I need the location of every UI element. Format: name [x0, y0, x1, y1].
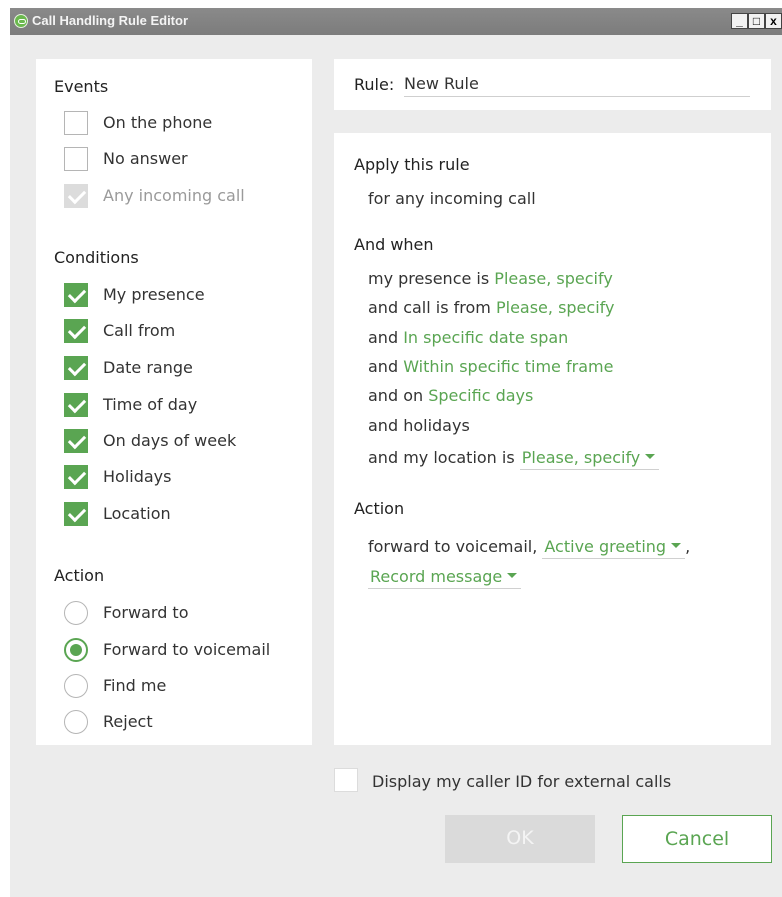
condition-label: My presence: [103, 285, 205, 304]
date-line: and In specific date span: [368, 328, 568, 347]
checkbox-any-incoming-call: [64, 184, 88, 208]
radio-forward-to[interactable]: [64, 601, 88, 625]
action-heading: Action: [54, 566, 105, 585]
radio-forward-to-voicemail[interactable]: [64, 638, 88, 662]
checkbox-my-presence[interactable]: [64, 283, 88, 307]
checkbox-no-answer[interactable]: [64, 147, 88, 171]
chevron-down-icon: [645, 454, 656, 459]
presence-link[interactable]: Please, specify: [494, 269, 613, 288]
date-span-link[interactable]: In specific date span: [403, 328, 568, 347]
rule-editor-window: Call Handling Rule Editor _ □ x Events O…: [10, 8, 782, 897]
maximize-button[interactable]: □: [748, 13, 765, 29]
greeting-dropdown[interactable]: Active greeting: [542, 537, 686, 559]
apply-text: for any incoming call: [368, 189, 536, 208]
condition-label: On days of week: [103, 431, 237, 450]
call-from-prefix: and call is from: [368, 298, 491, 317]
days-prefix: and on: [368, 386, 424, 405]
record-line: Record message: [368, 567, 522, 589]
location-prefix: and my location is: [368, 448, 515, 467]
and-when-heading: And when: [354, 235, 434, 254]
condition-label: Date range: [103, 358, 193, 377]
caller-id-label: Display my caller ID for external calls: [372, 772, 672, 791]
radio-find-me[interactable]: [64, 674, 88, 698]
time-line: and Within specific time frame: [368, 357, 613, 376]
close-button[interactable]: x: [765, 13, 782, 29]
action-prefix: forward to voicemail,: [368, 537, 538, 556]
time-frame-link[interactable]: Within specific time frame: [403, 357, 613, 376]
action-label: Forward to voicemail: [103, 640, 271, 659]
minimize-button[interactable]: _: [731, 13, 748, 29]
apply-heading: Apply this rule: [354, 155, 470, 174]
options-panel: Events On the phone No answer Any incomi…: [36, 59, 312, 745]
checkbox-time-of-day[interactable]: [64, 393, 88, 417]
presence-line: my presence is Please, specify: [368, 269, 613, 288]
condition-label: Time of day: [103, 395, 198, 414]
chevron-down-icon: [671, 543, 682, 548]
location-dropdown[interactable]: Please, specify: [519, 448, 660, 470]
action-summary-heading: Action: [354, 499, 405, 518]
condition-label: Holidays: [103, 467, 172, 486]
condition-label: Call from: [103, 321, 176, 340]
record-dropdown-value: Record message: [370, 567, 503, 586]
ok-button[interactable]: OK: [445, 815, 595, 863]
checkbox-location[interactable]: [64, 502, 88, 526]
action-label: Find me: [103, 676, 167, 695]
cancel-button[interactable]: Cancel: [622, 815, 772, 863]
date-prefix: and: [368, 328, 399, 347]
checkbox-on-days-of-week[interactable]: [64, 429, 88, 453]
greeting-suffix: ,: [685, 537, 691, 556]
holidays-text: and holidays: [368, 416, 470, 435]
rule-name-input[interactable]: [404, 70, 750, 97]
window-title: Call Handling Rule Editor: [32, 13, 189, 28]
rule-label: Rule:: [354, 75, 395, 94]
call-from-line: and call is from Please, specify: [368, 298, 614, 317]
location-dropdown-value: Please, specify: [521, 448, 641, 467]
greeting-dropdown-value: Active greeting: [544, 537, 667, 556]
days-line: and on Specific days: [368, 386, 533, 405]
location-line: and my location is Please, specify: [368, 448, 660, 470]
action-label: Reject: [103, 712, 153, 731]
presence-prefix: my presence is: [368, 269, 490, 288]
action-label: Forward to: [103, 603, 189, 622]
checkbox-call-from[interactable]: [64, 319, 88, 343]
checkbox-holidays[interactable]: [64, 465, 88, 489]
rule-summary-panel: Apply this rule for any incoming call An…: [334, 133, 771, 745]
checkbox-caller-id[interactable]: [334, 768, 358, 792]
condition-label: Location: [103, 504, 171, 523]
event-label: No answer: [103, 149, 188, 168]
time-prefix: and: [368, 357, 399, 376]
radio-reject[interactable]: [64, 710, 88, 734]
action-summary-line: forward to voicemail, Active greeting,: [368, 537, 690, 559]
checkbox-on-the-phone[interactable]: [64, 111, 88, 135]
rule-name-panel: Rule:: [334, 59, 771, 110]
event-label: On the phone: [103, 113, 213, 132]
events-heading: Events: [54, 77, 109, 96]
event-label: Any incoming call: [103, 186, 245, 205]
checkbox-date-range[interactable]: [64, 356, 88, 380]
chevron-down-icon: [507, 573, 518, 578]
title-bar[interactable]: Call Handling Rule Editor _ □ x: [10, 8, 782, 35]
record-message-dropdown[interactable]: Record message: [368, 567, 522, 589]
call-from-link[interactable]: Please, specify: [496, 298, 615, 317]
specific-days-link[interactable]: Specific days: [428, 386, 533, 405]
app-logo-icon: [14, 14, 28, 28]
conditions-heading: Conditions: [54, 248, 139, 267]
